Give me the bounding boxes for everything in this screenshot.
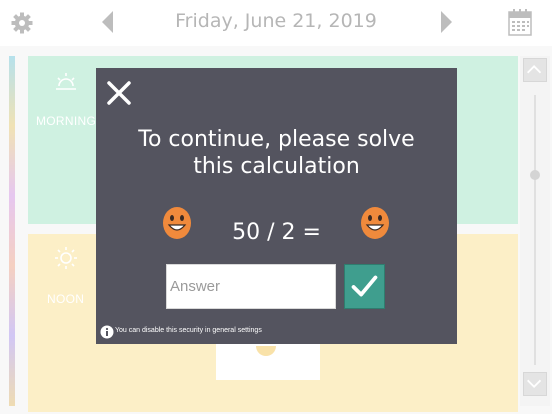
security-dialog: To continue, please solve this calculati… (96, 68, 457, 344)
close-icon[interactable] (106, 80, 132, 106)
dialog-title: To continue, please solve this calculati… (138, 127, 415, 179)
smiley-face-icon (163, 207, 191, 239)
info-message: You can disable this security in general… (115, 327, 262, 334)
info-icon (100, 325, 114, 339)
calculation-equation: 50 / 2 = (232, 220, 321, 245)
smiley-face-icon (361, 207, 389, 239)
confirm-button[interactable] (344, 264, 385, 309)
answer-input[interactable] (166, 264, 336, 309)
checkmark-icon (351, 275, 378, 297)
